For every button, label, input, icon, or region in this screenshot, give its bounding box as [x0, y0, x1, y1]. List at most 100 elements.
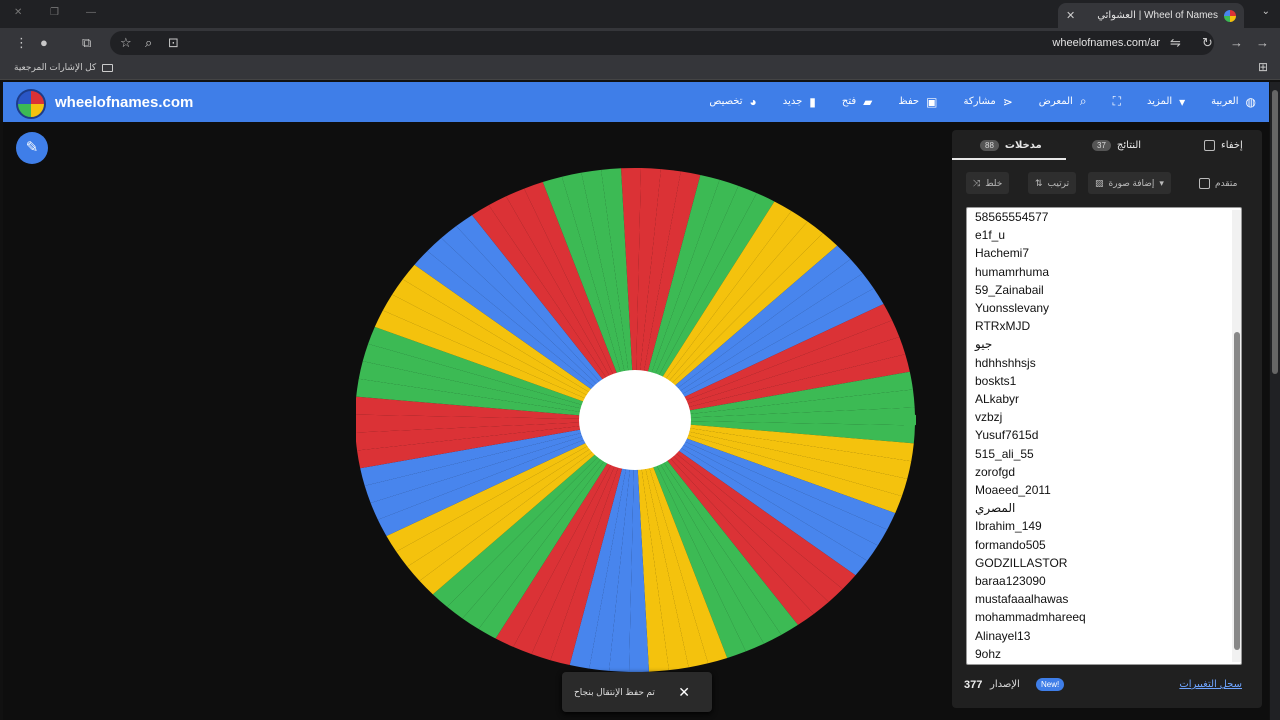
wheel[interactable]: [356, 168, 916, 672]
entry-item[interactable]: Ibrahim_149: [975, 517, 1241, 535]
entry-item[interactable]: boskts1: [975, 372, 1241, 390]
advanced-toggle[interactable]: متقدم: [1192, 172, 1244, 194]
fullscreen-icon: ⛶: [1112, 94, 1121, 108]
save-icon: ▣: [926, 94, 938, 109]
entry-item[interactable]: baraa123090: [975, 572, 1241, 590]
entry-item[interactable]: humamrhuma: [975, 263, 1241, 281]
zoom-icon[interactable]: ⌕: [145, 35, 152, 51]
site-settings-icon[interactable]: ⇋: [1170, 35, 1181, 51]
wheel-favicon-icon: [1224, 9, 1236, 22]
tab-search-icon[interactable]: ⌄: [1262, 6, 1270, 17]
toast-text: تم حفظ الإنتقال بنجاح: [574, 686, 655, 697]
nav-language[interactable]: ◍ العربية: [1211, 94, 1256, 109]
entry-item[interactable]: hdhhshhsjs: [975, 354, 1241, 372]
entry-item[interactable]: GODZILLASTOR: [975, 554, 1241, 572]
nav-share[interactable]: ⋖ مشاركة: [963, 94, 1012, 109]
entries-controls: خلط ⤨ ترتيب ⇅ ▾ إضافة صورة ▨ متقدم: [966, 172, 1242, 194]
tab-close-icon[interactable]: ✕: [1066, 9, 1075, 22]
edit-pencil-button[interactable]: ✎: [16, 132, 48, 164]
entries-list: 58565554577 e1f_u Hachemi7 humamrhuma 59_Zai…: [967, 208, 1241, 663]
nav-fullscreen[interactable]: ⛶: [1113, 94, 1121, 109]
entry-item[interactable]: mohammadmhareeq: [975, 608, 1241, 626]
extensions-icon[interactable]: ⧉: [82, 35, 91, 51]
hide-toggle[interactable]: إخفاء: [1204, 140, 1243, 151]
entry-item[interactable]: zorofgd: [975, 463, 1241, 481]
address-bar[interactable]: [110, 31, 1214, 55]
menu-kebab-icon[interactable]: ⋮: [15, 35, 28, 51]
shuffle-icon: ⤨: [973, 177, 981, 188]
header-nav: ◍ العربية ▾ المزيد ⛶ ⌕ المعرض ⋖ مشاركة ▣ حفظ …: [709, 94, 1256, 109]
entry-item[interactable]: formando505: [975, 536, 1241, 554]
wheel-center[interactable]: [579, 370, 691, 470]
tab-results[interactable]: النتائج 37: [1092, 140, 1141, 151]
chevron-down-icon: ▾: [1179, 94, 1186, 109]
reload-icon[interactable]: ↻: [1202, 35, 1213, 51]
entry-item[interactable]: جيو: [975, 335, 1241, 353]
toast-close-icon[interactable]: ✕: [678, 684, 690, 701]
entry-item[interactable]: Alinayel13: [975, 627, 1241, 645]
nav-more[interactable]: ▾ المزيد: [1147, 94, 1185, 109]
hide-checkbox[interactable]: [1204, 140, 1215, 151]
wheel-svg[interactable]: [356, 168, 916, 672]
nav-save[interactable]: ▣ حفظ: [898, 94, 937, 109]
toast-notification: تم حفظ الإنتقال بنجاح ✕: [562, 672, 712, 712]
restore-window-icon[interactable]: ❐: [50, 7, 59, 18]
close-window-icon[interactable]: ✕: [14, 7, 22, 18]
entry-item[interactable]: Moaeed_2011: [975, 481, 1241, 499]
active-tab-indicator: [952, 158, 1066, 160]
panel-tabs: مدخلات 88 النتائج 37 إخفاء: [952, 136, 1262, 160]
entry-item[interactable]: e1f_u: [975, 226, 1241, 244]
page-scroll-thumb[interactable]: [1272, 90, 1278, 374]
tab-results-count: 37: [1092, 140, 1111, 151]
add-image-button[interactable]: ▾ إضافة صورة ▨: [1088, 172, 1171, 194]
profile-avatar-icon[interactable]: ●: [40, 35, 48, 50]
bookmarks-bar: [0, 58, 1280, 80]
entry-item[interactable]: Hachemi7: [975, 244, 1241, 262]
entries-scroll-thumb[interactable]: [1234, 332, 1240, 650]
palette-icon: ◕: [749, 94, 757, 109]
entry-item[interactable]: ALkabyr: [975, 390, 1241, 408]
version-label: الإصدار: [990, 679, 1020, 690]
nav-gallery[interactable]: ⌕ المعرض: [1039, 94, 1087, 109]
apps-grid-icon[interactable]: ⊞: [1258, 60, 1268, 74]
entry-item[interactable]: Yusuf7615d: [975, 426, 1241, 444]
entry-item[interactable]: RTRxMJD: [975, 317, 1241, 335]
url-text[interactable]: wheelofnames.com/ar: [1052, 37, 1160, 49]
version-number: 377: [964, 679, 983, 691]
entry-item[interactable]: vzbzj: [975, 408, 1241, 426]
image-icon: ▨: [1095, 177, 1104, 188]
wheel-logo-icon[interactable]: [16, 89, 46, 119]
changelog-link[interactable]: سجل التغييرات: [1179, 679, 1242, 690]
entry-item[interactable]: mustafaaalhawas: [975, 590, 1241, 608]
file-icon: ▮: [809, 94, 816, 109]
nav-customize[interactable]: ◕ تخصيص: [709, 94, 756, 109]
tab-title: Wheel of Names | العشوائي: [1097, 10, 1218, 21]
tab-entries[interactable]: مدخلات 88: [980, 140, 1042, 151]
entry-item[interactable]: 515_ali_55: [975, 445, 1241, 463]
chevron-down-icon: ▾: [1159, 177, 1164, 188]
brand-name[interactable]: wheelofnames.com: [55, 94, 193, 111]
browser-tab[interactable]: Wheel of Names | العشوائي ✕: [1058, 3, 1244, 28]
nav-new[interactable]: ▮ جديد: [783, 94, 816, 109]
all-bookmarks[interactable]: كل الإشارات المرجعية: [14, 62, 114, 73]
entries-textarea[interactable]: 58565554577 e1f_u Hachemi7 humamrhuma 59_Zai…: [966, 207, 1242, 665]
entry-item[interactable]: المصري: [975, 499, 1241, 517]
sort-icon: ⇅: [1035, 177, 1043, 188]
advanced-checkbox[interactable]: [1199, 177, 1210, 189]
entry-item[interactable]: 9ohz: [975, 645, 1241, 663]
bookmarks-label: كل الإشارات المرجعية: [14, 62, 97, 72]
entry-item[interactable]: 59_Zainabail: [975, 281, 1241, 299]
entry-item[interactable]: Yuonsslevany: [975, 299, 1241, 317]
entry-item[interactable]: 58565554577: [975, 208, 1241, 226]
nav-open[interactable]: ▰ فتح: [842, 94, 873, 109]
minimize-window-icon[interactable]: —: [86, 7, 96, 18]
hide-label: إخفاء: [1221, 140, 1243, 151]
folder-icon: [102, 63, 114, 72]
back-icon[interactable]: →: [1256, 35, 1269, 50]
forward-icon[interactable]: →: [1230, 35, 1243, 50]
install-app-icon[interactable]: ⊡: [168, 35, 179, 51]
bookmark-star-icon[interactable]: ☆: [120, 35, 132, 51]
sort-button[interactable]: ترتيب ⇅: [1028, 172, 1077, 194]
panel-footer: 377 الإصدار New! سجل التغييرات: [964, 678, 1244, 696]
shuffle-button[interactable]: خلط ⤨: [966, 172, 1010, 194]
